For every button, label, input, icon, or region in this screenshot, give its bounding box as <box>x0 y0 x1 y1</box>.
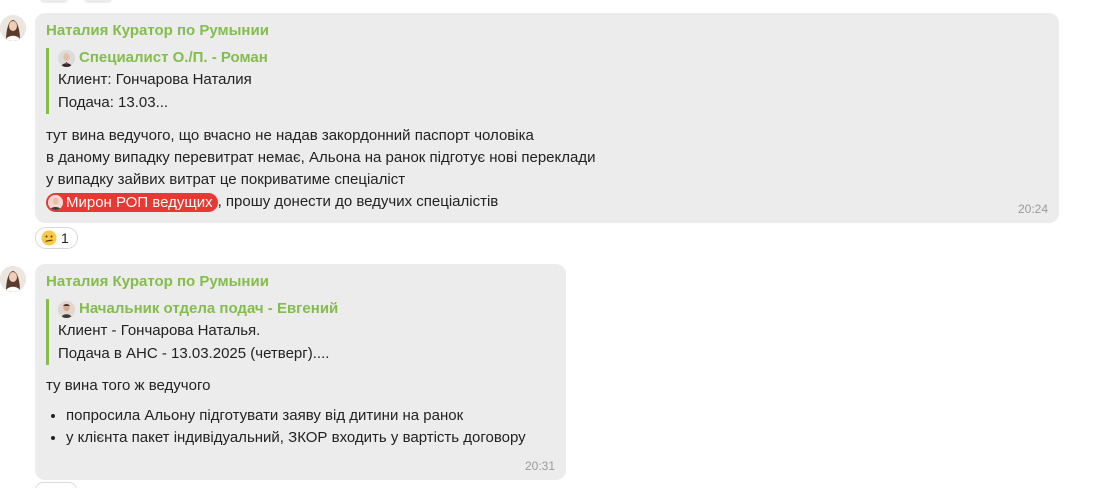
sender-avatar[interactable] <box>0 266 26 292</box>
text-line: в даному випадку перевитрат немає, Альон… <box>46 149 596 166</box>
mention-tail-text: , прошу донести до ведучих спеціалістів <box>217 193 499 210</box>
reply-quote[interactable]: Специалист О./П. - Роман Клиент: Гончаро… <box>46 48 1047 114</box>
quote-author-name: Специалист О./П. - Роман <box>79 49 268 66</box>
quote-author: Специалист О./П. - Роман <box>58 48 1047 68</box>
message-text: тут вина ведучого, що вчасно не надав за… <box>46 125 1047 213</box>
sender-name[interactable]: Наталия Куратор по Румынии <box>46 22 1047 40</box>
quote-author: Начальник отдела подач - Евгений <box>58 299 554 319</box>
message-bubble[interactable]: Наталия Куратор по Румынии Начальник отд… <box>35 264 566 480</box>
reaction-count: 1 <box>61 230 69 246</box>
previous-message-edge <box>84 0 112 3</box>
message-bubble[interactable]: Наталия Куратор по Румынии Специалист О.… <box>35 13 1059 223</box>
reaction-chip[interactable]: 1 <box>35 227 78 249</box>
quote-author-name: Начальник отдела подач - Евгений <box>79 300 339 317</box>
quote-line: Подача: 13.03... <box>58 94 169 111</box>
quote-author-avatar <box>58 300 75 318</box>
message-time: 20:31 <box>524 459 555 473</box>
quote-author-avatar <box>58 49 75 67</box>
sender-avatar[interactable] <box>0 15 26 41</box>
message-time: 20:24 <box>1017 202 1048 216</box>
next-reaction-edge <box>35 482 77 488</box>
list-item: попросила Альону підготувати заяву від д… <box>66 405 554 427</box>
quote-line: Клиент: Гончарова Наталия <box>58 71 252 88</box>
previous-message-edge <box>40 0 68 3</box>
user-mention[interactable]: Мирон РОП ведущих <box>46 192 218 212</box>
text-line: тут вина ведучого, що вчасно не надав за… <box>46 127 534 144</box>
text-line: Мирон РОП ведущих, прошу донести до веду… <box>46 191 1047 213</box>
text-line: ту вина того ж ведучого <box>46 377 211 394</box>
mention-avatar <box>48 194 63 210</box>
mention-label: Мирон РОП ведущих <box>66 193 213 211</box>
bullet-list: попросила Альону підготувати заяву від д… <box>46 405 554 449</box>
message-text: ту вина того ж ведучого попросила Альону… <box>46 375 554 449</box>
quote-line: Подача в АНС - 13.03.2025 (четверг).... <box>58 345 330 362</box>
list-item: у клієнта пакет індивідуальний, ЗКОР вхо… <box>66 427 554 449</box>
confused-face-icon <box>41 230 57 246</box>
quote-line: Клиент - Гончарова Наталья. <box>58 322 261 339</box>
chat-history: Наталия Куратор по Румынии Специалист О.… <box>0 0 1111 488</box>
reply-quote[interactable]: Начальник отдела подач - Евгений Клиент … <box>46 299 554 365</box>
sender-name[interactable]: Наталия Куратор по Румынии <box>46 273 554 291</box>
text-line: у випадку зайвих витрат це покриватиме с… <box>46 171 406 188</box>
